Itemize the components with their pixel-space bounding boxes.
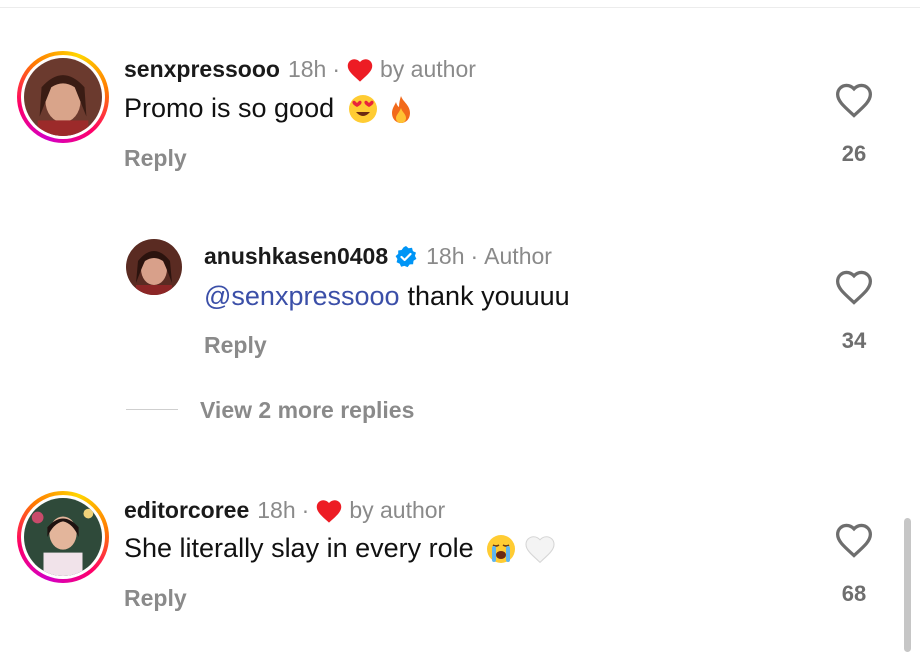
like-heart-icon[interactable] [834,269,874,305]
avatar[interactable] [17,491,109,583]
reply-button[interactable]: Reply [124,145,187,172]
comment-meta: anushkasen0408 18h · Author [204,243,552,270]
avatar-image [24,498,102,576]
comment-text: She literally slay in every role [124,533,555,564]
timestamp: 18h [287,56,327,82]
reply-button[interactable]: Reply [204,332,267,359]
liked-by-author-label: by author [349,497,446,523]
avatar-image [24,58,102,136]
comment-meta: senxpressooo 18h · by author [124,56,476,83]
liked-by-author-heart-icon [346,57,374,83]
fire-emoji-icon [386,94,416,124]
author-label: Author [484,243,552,269]
liked-by-author-label: by author [380,56,476,82]
username[interactable]: editorcoree [124,497,249,524]
separator-dot: · [470,243,479,269]
comment-meta: editorcoree 18h · by author [124,497,445,524]
verified-badge-icon [394,245,418,269]
view-more-replies-button[interactable]: View 2 more replies [200,397,414,424]
top-divider [0,0,920,8]
comment-text: @senxpressooo thank youuuu [204,281,570,312]
username[interactable]: senxpressooo [124,56,280,83]
timestamp: 18h [426,243,465,269]
timestamp: 18h [257,497,296,523]
like-count: 34 [841,328,867,353]
comment-body: She literally slay in every role [124,533,474,563]
reply-button[interactable]: Reply [124,585,187,612]
like-heart-icon[interactable] [834,522,874,558]
avatar[interactable] [17,51,109,143]
avatar[interactable] [126,239,182,295]
username[interactable]: anushkasen0408 [204,243,388,270]
mention-link[interactable]: @senxpressooo [204,281,400,312]
like-heart-icon[interactable] [834,82,874,118]
heart-eyes-emoji-icon [348,94,378,124]
like-count: 68 [841,581,867,606]
replies-divider-line [126,409,178,410]
comment-body: thank youuuu [407,281,570,311]
loudly-crying-emoji-icon [486,534,516,564]
comment-text: Promo is so good [124,93,416,124]
comment-body: Promo is so good [124,93,335,123]
like-count: 26 [841,141,867,166]
liked-by-author-heart-icon [315,498,343,524]
separator-dot: · [301,497,310,523]
separator-dot: · [332,56,340,82]
white-heart-emoji-icon [524,534,555,564]
scrollbar-thumb[interactable] [904,518,911,652]
